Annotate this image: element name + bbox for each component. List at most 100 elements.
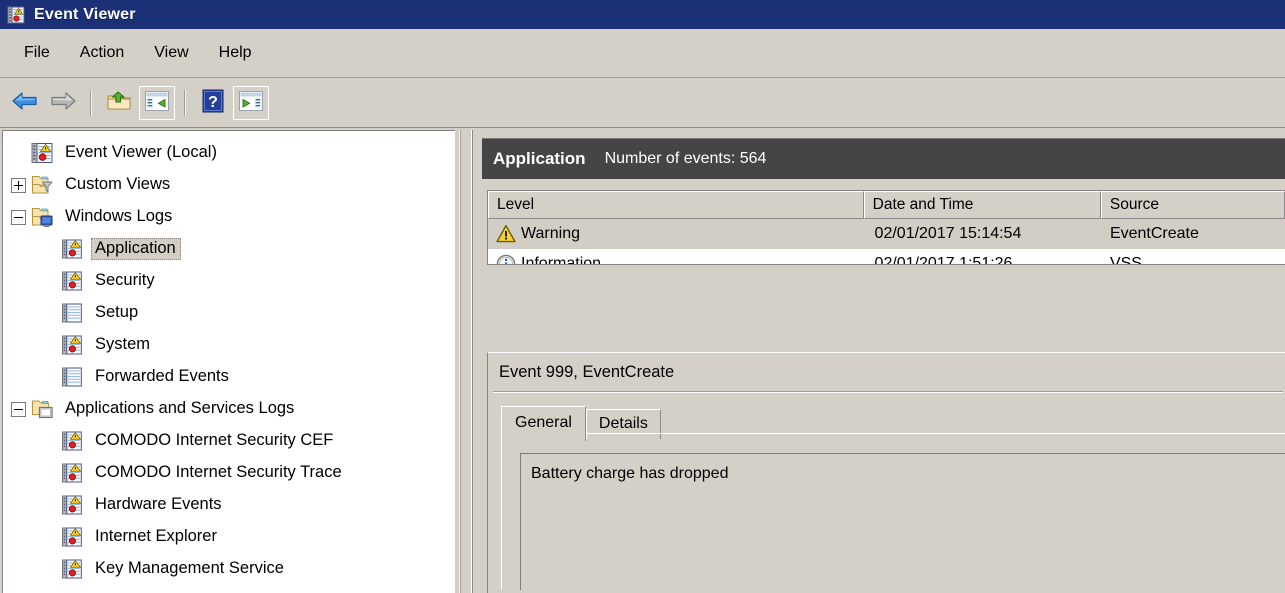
svg-text:?: ? — [208, 94, 218, 111]
back-button[interactable] — [7, 86, 43, 120]
tree-item-application[interactable]: Application — [3, 233, 455, 265]
toolbar-separator-2 — [184, 90, 186, 116]
log-warning-icon — [61, 526, 83, 548]
menu-view[interactable]: View — [140, 41, 202, 65]
table-row[interactable]: Information 02/01/2017 1:51:26 VSS — [488, 249, 1285, 265]
show-hide-action-pane-button[interactable] — [233, 86, 269, 120]
tree-item-label: Security — [95, 271, 155, 289]
log-warning-icon — [61, 494, 83, 516]
information-icon — [496, 254, 516, 264]
event-list[interactable]: Level Date and Time Source Warning 02/01/… — [487, 190, 1285, 265]
event-count-label: Number of events: 564 — [604, 150, 767, 167]
cell-level-text: Warning — [521, 225, 580, 242]
tree-item-key-management-service[interactable]: Key Management Service — [3, 553, 455, 585]
event-details-pane: Event 999, EventCreate General Details B… — [487, 352, 1285, 593]
console-tree: Event Viewer (Local) Custom Views Window… — [3, 131, 455, 585]
log-warning-icon — [61, 238, 83, 260]
results-pane: Application Number of events: 564 Level … — [479, 130, 1285, 593]
console-tree-panel[interactable]: Event Viewer (Local) Custom Views Window… — [2, 130, 455, 593]
panel-splitter[interactable] — [457, 130, 477, 593]
tree-item-label: Hardware Events — [95, 495, 222, 513]
tree-item-internet-explorer[interactable]: Internet Explorer — [3, 521, 455, 553]
cell-source: VSS — [1109, 255, 1142, 265]
tree-item-hardware-events[interactable]: Hardware Events — [3, 489, 455, 521]
event-viewer-window: Event Viewer File Action View Help ? Eve… — [0, 0, 1285, 593]
tree-item-comodo-internet-security-cef[interactable]: COMODO Internet Security CEF — [3, 425, 455, 457]
log-plain-icon — [61, 366, 83, 388]
help-button[interactable]: ? — [195, 86, 231, 120]
tree-item-applications-and-services-logs[interactable]: Applications and Services Logs — [3, 393, 455, 425]
tree-item-label: COMODO Internet Security CEF — [95, 431, 334, 449]
up-one-level-button[interactable] — [101, 86, 137, 120]
tree-item-label: Applications and Services Logs — [65, 399, 295, 417]
cell-level: Warning — [488, 219, 864, 249]
action-pane-icon — [238, 90, 264, 117]
folder-up-icon — [106, 90, 132, 117]
event-list-header: Level Date and Time Source — [488, 191, 1285, 219]
question-mark-icon: ? — [201, 89, 225, 118]
collapse-icon[interactable] — [11, 209, 26, 225]
event-message-text: Battery charge has dropped — [531, 465, 729, 482]
tree-item-label: Key Management Service — [95, 559, 284, 577]
column-header-source[interactable]: Source — [1100, 191, 1285, 219]
tree-item-label: System — [95, 335, 151, 353]
details-divider — [493, 391, 1283, 393]
cell-date-and-time: 02/01/2017 15:14:54 — [874, 225, 1022, 242]
tree-item-security[interactable]: Security — [3, 265, 455, 297]
toolbar: ? — [0, 79, 1285, 128]
column-header-level[interactable]: Level — [488, 191, 864, 219]
folder-filter-icon — [31, 174, 53, 196]
log-name-label: Application — [493, 149, 586, 168]
tree-item-label: Custom Views — [65, 175, 171, 193]
tree-item-custom-views[interactable]: Custom Views — [3, 169, 455, 201]
log-warning-icon — [61, 462, 83, 484]
tree-item-comodo-internet-security-trace[interactable]: COMODO Internet Security Trace — [3, 457, 455, 489]
cell-date-and-time: 02/01/2017 1:51:26 — [874, 255, 1013, 265]
log-warning-icon — [61, 430, 83, 452]
tab-general[interactable]: General — [501, 406, 586, 441]
event-message-box[interactable]: Battery charge has dropped — [520, 453, 1285, 590]
cell-source: EventCreate — [1109, 225, 1199, 242]
collapse-icon[interactable] — [11, 401, 26, 417]
window-title: Event Viewer — [34, 5, 136, 23]
folder-monitor-icon — [31, 206, 53, 228]
menu-file[interactable]: File — [10, 41, 64, 65]
column-header-date-and-time[interactable]: Date and Time — [863, 191, 1101, 219]
title-bar: Event Viewer — [0, 0, 1285, 29]
tree-item-windows-logs[interactable]: Windows Logs — [3, 201, 455, 233]
event-log-icon — [7, 6, 25, 24]
forward-arrow-icon — [49, 90, 77, 117]
tree-item-system[interactable]: System — [3, 329, 455, 361]
tree-item-label: Internet Explorer — [95, 527, 217, 545]
menu-action[interactable]: Action — [66, 41, 138, 65]
splitter-line-left — [459, 130, 461, 593]
event-log-icon — [31, 142, 53, 164]
menu-bar: File Action View Help — [0, 29, 1285, 78]
menu-help[interactable]: Help — [205, 41, 266, 65]
expand-icon[interactable] — [11, 177, 26, 193]
log-plain-icon — [61, 302, 83, 324]
log-warning-icon — [61, 270, 83, 292]
tree-item-label: Setup — [95, 303, 139, 321]
log-warning-icon — [61, 334, 83, 356]
tree-item-forwarded-events[interactable]: Forwarded Events — [3, 361, 455, 393]
forward-button[interactable] — [45, 86, 81, 120]
event-list-body: Warning 02/01/2017 15:14:54 EventCreate In… — [488, 219, 1285, 265]
tree-item-label: Event Viewer (Local) — [65, 143, 217, 161]
event-details-title: Event 999, EventCreate — [499, 363, 675, 381]
back-arrow-icon — [11, 90, 39, 117]
log-header-bar: Application Number of events: 564 — [482, 138, 1285, 179]
folder-window-icon — [31, 398, 53, 420]
tree-item-event-viewer-local[interactable]: Event Viewer (Local) — [3, 137, 455, 169]
tree-item-label: Windows Logs — [65, 207, 173, 225]
toolbar-separator-1 — [90, 90, 92, 116]
cell-level-text: Information — [521, 255, 602, 265]
tree-item-label: COMODO Internet Security Trace — [95, 463, 342, 481]
cell-level: Information — [488, 249, 864, 265]
table-row[interactable]: Warning 02/01/2017 15:14:54 EventCreate — [488, 219, 1285, 249]
show-hide-console-tree-button[interactable] — [139, 86, 175, 120]
warning-icon — [496, 224, 516, 244]
tree-item-setup[interactable]: Setup — [3, 297, 455, 329]
console-tree-icon — [144, 90, 170, 117]
splitter-line-right — [471, 130, 473, 593]
